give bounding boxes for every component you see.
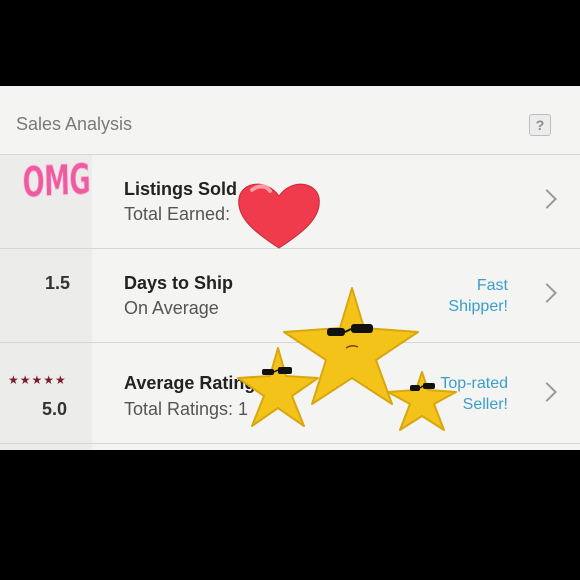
sunglasses-icon — [278, 367, 292, 374]
sunglasses-icon — [351, 324, 373, 333]
sticker-layer — [237, 183, 457, 431]
heart-sticker-icon — [238, 183, 320, 249]
cool-star-sticker-icon — [387, 371, 457, 431]
sunglasses-icon — [423, 383, 435, 389]
sunglasses-icon — [410, 385, 420, 391]
sales-analysis-panel: Sales Analysis ? Listings Sold Total Ear… — [0, 86, 580, 450]
sunglasses-icon — [262, 369, 274, 375]
cool-star-sticker-icon — [237, 347, 319, 427]
sunglasses-icon — [327, 328, 345, 336]
